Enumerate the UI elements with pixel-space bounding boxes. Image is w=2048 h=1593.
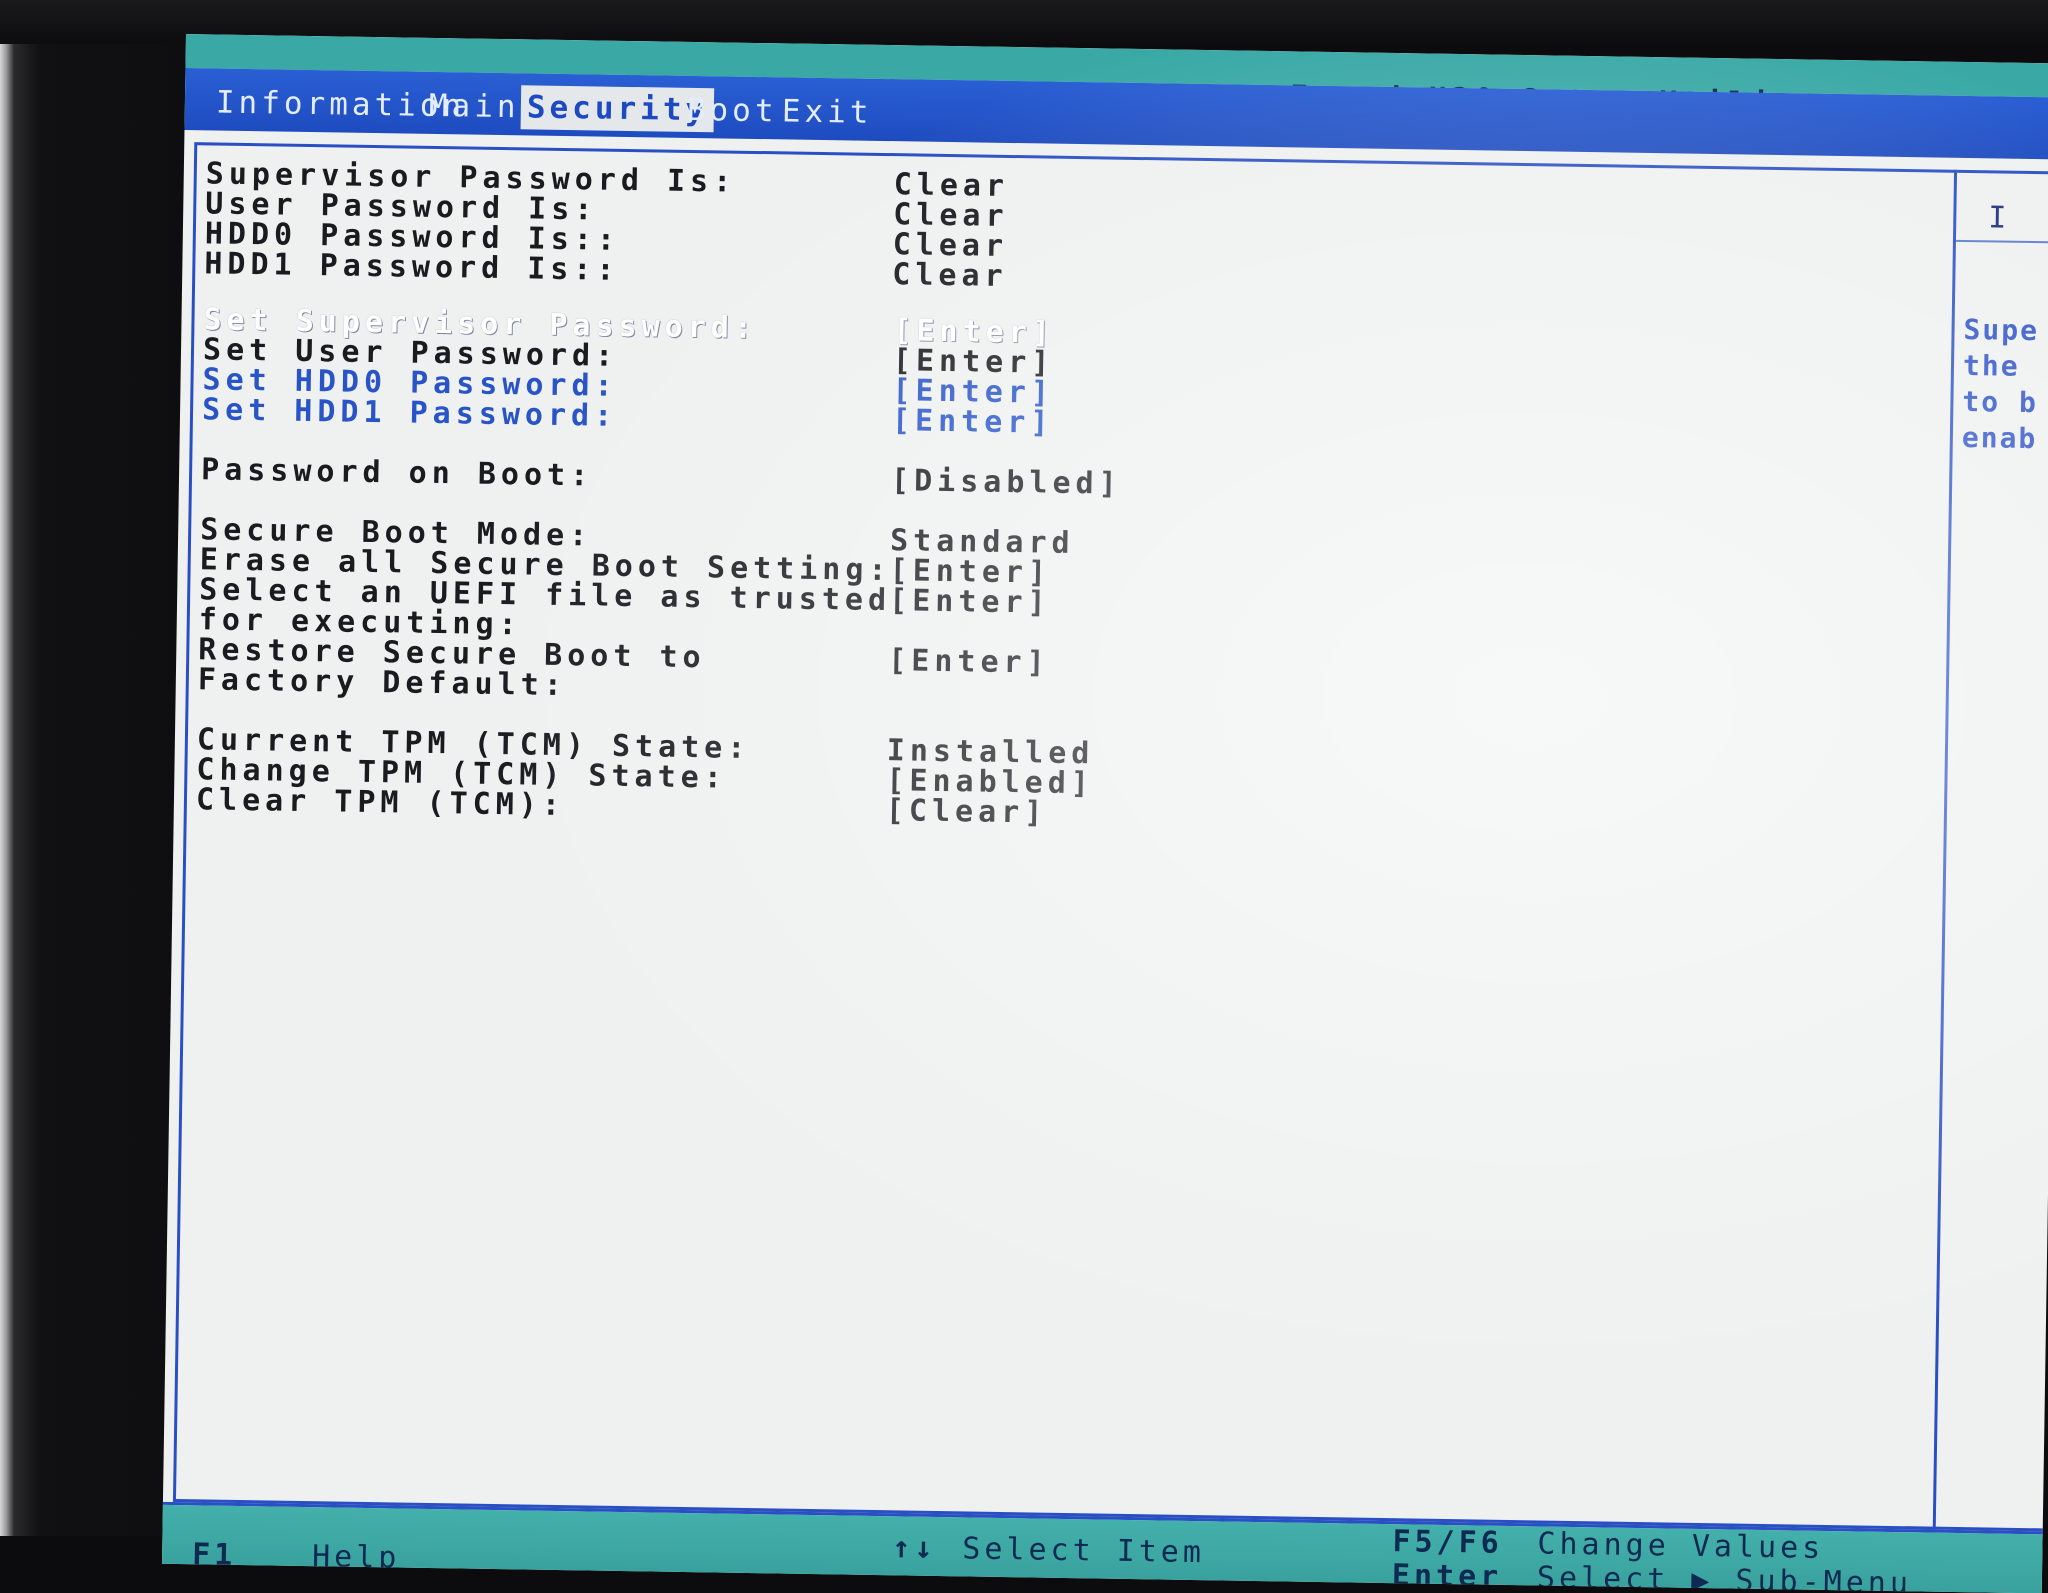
help-key-desc: Help bbox=[311, 1539, 401, 1576]
password-on-boot-item[interactable]: Password on Boot: bbox=[201, 452, 594, 493]
restore-secure-boot-value[interactable]: [Enter] bbox=[888, 643, 1050, 681]
select-item-desc: Select Item bbox=[962, 1531, 1206, 1571]
help-key: F1 bbox=[191, 1537, 237, 1573]
help-text-line: to b bbox=[1962, 384, 2039, 420]
hdd1-password-status-value: Clear bbox=[892, 257, 1008, 294]
bios-screen: InsydeH20 Setup Utility Information Main… bbox=[161, 34, 2048, 1593]
tab-exit[interactable]: Exit bbox=[776, 89, 879, 135]
clear-tpm-item[interactable]: Clear TPM (TCM): bbox=[196, 782, 565, 823]
restore-secure-boot-item-line2[interactable]: Factory Default: bbox=[198, 662, 567, 703]
select-uefi-trusted-value[interactable]: [Enter] bbox=[889, 583, 1051, 621]
enter-key-desc: Select ▶ Sub-Menu bbox=[1536, 1560, 1913, 1593]
clear-tpm-value[interactable]: [Clear] bbox=[886, 793, 1048, 831]
help-text-line: Supe bbox=[1963, 312, 2040, 348]
hdd1-password-status-label: HDD1 Password Is:: bbox=[204, 246, 620, 288]
set-hdd1-password-item[interactable]: Set HDD1 Password: bbox=[202, 392, 618, 434]
tab-boot[interactable]: Boot bbox=[681, 88, 784, 134]
change-values-desc: Change Values bbox=[1537, 1526, 1825, 1566]
help-panel-text: Supe the to b enab bbox=[1962, 312, 2048, 458]
help-text-line: enab bbox=[1961, 420, 2038, 456]
password-on-boot-value[interactable]: [Disabled] bbox=[891, 463, 1122, 502]
set-hdd1-password-value[interactable]: [Enter] bbox=[892, 403, 1054, 441]
tab-main[interactable]: Main bbox=[423, 84, 526, 130]
enter-key: Enter bbox=[1391, 1558, 1503, 1593]
help-text-line: the bbox=[1962, 348, 2020, 383]
help-panel-title: I bbox=[1988, 200, 2007, 236]
change-values-key: F5/F6 bbox=[1392, 1524, 1504, 1561]
